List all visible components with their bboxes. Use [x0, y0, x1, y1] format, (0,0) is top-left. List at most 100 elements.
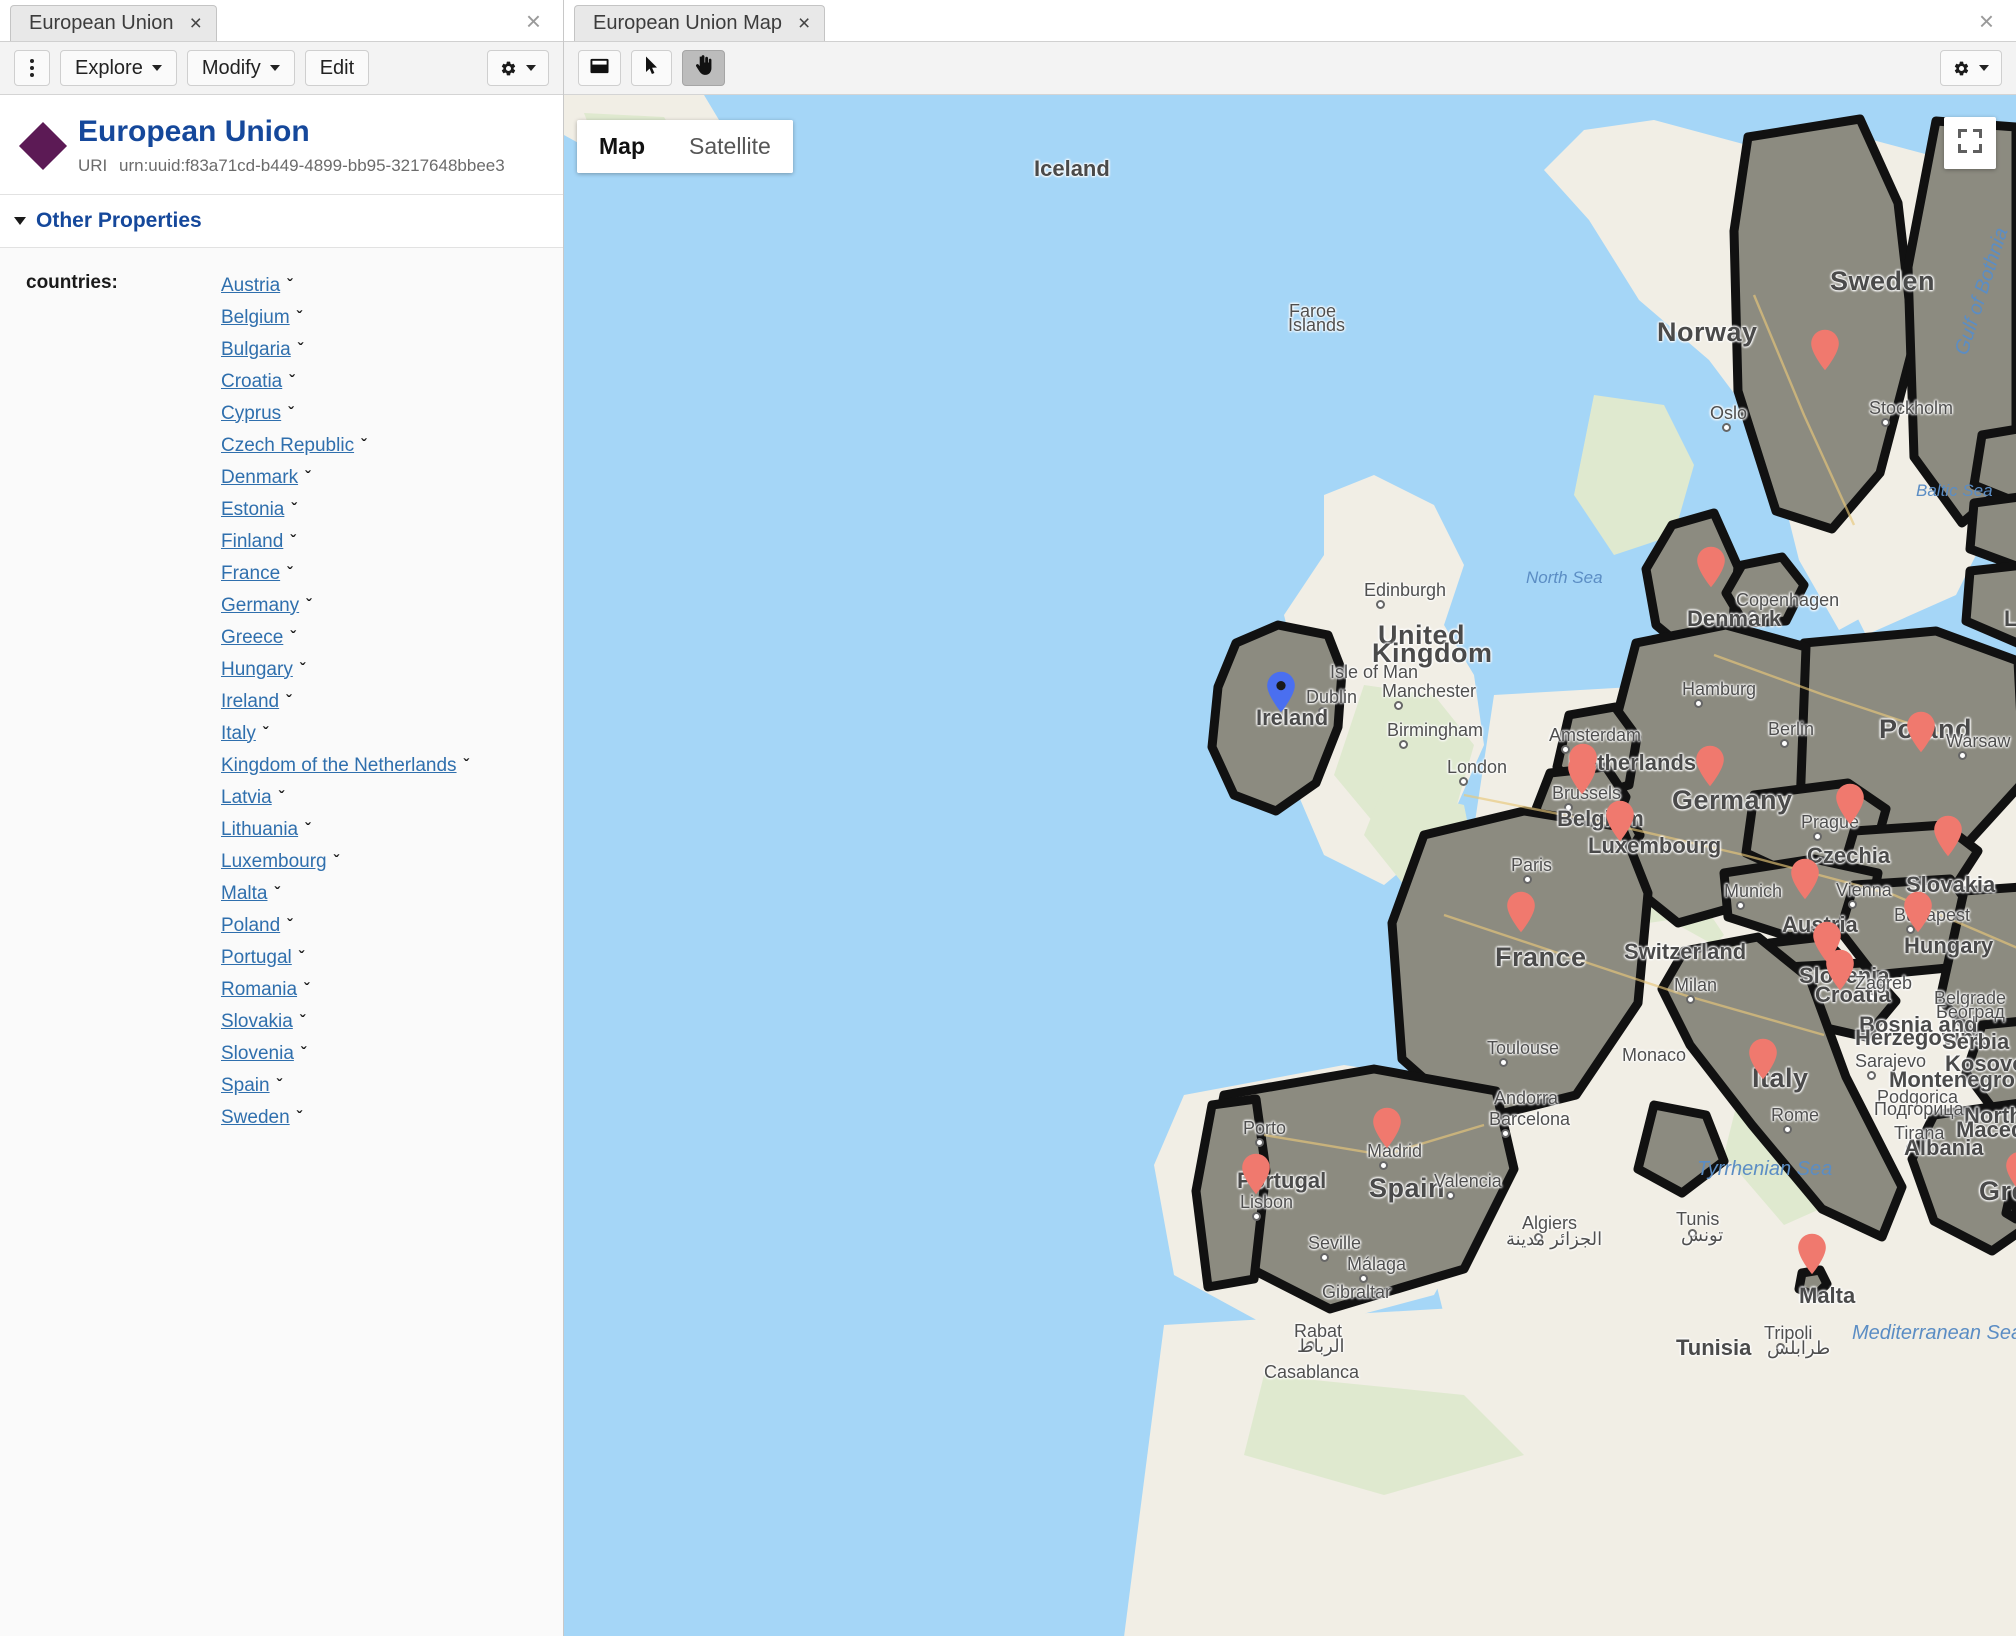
country-link[interactable]: Belgium	[221, 307, 290, 328]
map-pin-slovakia[interactable]	[1933, 815, 1963, 857]
chevron-down-icon[interactable]: ˇ	[291, 494, 296, 525]
chevron-down-icon[interactable]: ˇ	[263, 718, 268, 749]
chevron-down-icon[interactable]: ˇ	[334, 846, 339, 877]
settings-button[interactable]	[487, 50, 549, 86]
map-canvas[interactable]: .land { fill:#f1eee5; } .green { fill:#d…	[564, 95, 2016, 1636]
close-icon[interactable]: ×	[798, 13, 810, 34]
country-link[interactable]: Hungary	[221, 659, 293, 680]
country-link[interactable]: Denmark	[221, 467, 298, 488]
map-city-dot-icon	[1252, 1212, 1261, 1221]
chevron-down-icon[interactable]: ˇ	[464, 750, 469, 781]
map-pin-greece[interactable]	[2005, 1151, 2016, 1193]
chevron-down-icon[interactable]: ˇ	[297, 1102, 302, 1133]
chevron-down-icon[interactable]: ˇ	[279, 782, 284, 813]
map-pin-luxembourg[interactable]	[1605, 800, 1635, 842]
country-link[interactable]: Croatia	[221, 371, 282, 392]
map-pin-belgium[interactable]	[1568, 743, 1598, 785]
country-link[interactable]: Lithuania	[221, 819, 298, 840]
map-settings-button[interactable]	[1940, 50, 2002, 86]
close-icon[interactable]: ×	[190, 13, 202, 34]
map-city-dot-icon	[1694, 699, 1703, 708]
country-link[interactable]: Spain	[221, 1075, 270, 1096]
map-pin-portugal[interactable]	[1241, 1153, 1271, 1195]
country-link[interactable]: Luxembourg	[221, 851, 327, 872]
map-pin-austria[interactable]	[1790, 858, 1820, 900]
country-link[interactable]: Czech Republic	[221, 435, 354, 456]
fullscreen-button[interactable]	[1944, 117, 1996, 169]
chevron-down-icon[interactable]: ˇ	[299, 942, 304, 973]
map-pin-hungary[interactable]	[1903, 891, 1933, 933]
chevron-down-icon[interactable]: ˇ	[305, 462, 310, 493]
chevron-down-icon[interactable]: ˇ	[288, 398, 293, 429]
map-type-map[interactable]: Map	[577, 120, 667, 173]
country-link[interactable]: Cyprus	[221, 403, 281, 424]
country-link[interactable]: Finland	[221, 531, 283, 552]
country-link[interactable]: Malta	[221, 883, 267, 904]
country-link[interactable]: Ireland	[221, 691, 279, 712]
map-pin-ireland[interactable]	[1266, 671, 1296, 713]
country-link[interactable]: Slovakia	[221, 1011, 293, 1032]
map-type-control[interactable]: Map Satellite	[577, 120, 793, 173]
chevron-down-icon[interactable]: ˇ	[287, 270, 292, 301]
country-link[interactable]: Portugal	[221, 947, 292, 968]
chevron-down-icon[interactable]: ˇ	[305, 814, 310, 845]
map-type-satellite[interactable]: Satellite	[667, 120, 793, 173]
chevron-down-icon[interactable]: ˇ	[300, 1006, 305, 1037]
panel-layout-button[interactable]	[578, 50, 621, 86]
country-link[interactable]: Kingdom of the Netherlands	[221, 755, 457, 776]
other-properties-section-header[interactable]: Other Properties	[0, 195, 563, 248]
country-link[interactable]: Germany	[221, 595, 299, 616]
country-link[interactable]: Latvia	[221, 787, 272, 808]
map-pin-germany[interactable]	[1695, 745, 1725, 787]
map-pin-malta[interactable]	[1797, 1233, 1827, 1275]
edit-button[interactable]: Edit	[305, 50, 369, 86]
country-link[interactable]: Romania	[221, 979, 297, 1000]
chevron-down-icon[interactable]: ˇ	[300, 654, 305, 685]
chevron-down-icon[interactable]: ˇ	[286, 686, 291, 717]
chevron-down-icon[interactable]: ˇ	[297, 302, 302, 333]
country-link[interactable]: Sweden	[221, 1107, 290, 1128]
chevron-down-icon[interactable]: ˇ	[290, 622, 295, 653]
tab-european-union-map[interactable]: European Union Map ×	[574, 5, 825, 41]
pointer-tool-button[interactable]	[631, 50, 672, 86]
country-link[interactable]: Slovenia	[221, 1043, 294, 1064]
map-pin-italy[interactable]	[1748, 1038, 1778, 1080]
chevron-down-icon[interactable]: ˇ	[287, 558, 292, 589]
chevron-down-icon[interactable]: ˇ	[298, 334, 303, 365]
country-link[interactable]: Estonia	[221, 499, 284, 520]
map-pin-croatia[interactable]	[1825, 949, 1855, 991]
map-label-city: Andorra	[1494, 1088, 1558, 1109]
explore-button[interactable]: Explore	[60, 50, 177, 86]
country-link[interactable]: Bulgaria	[221, 339, 291, 360]
chevron-down-icon[interactable]: ˇ	[301, 1038, 306, 1069]
chevron-down-icon[interactable]: ˇ	[287, 910, 292, 941]
property-key: countries:	[26, 270, 221, 294]
chevron-down-icon[interactable]: ˇ	[277, 1070, 282, 1101]
panel-close-icon[interactable]: ×	[1979, 8, 1994, 34]
country-link[interactable]: France	[221, 563, 280, 584]
map-city-dot-icon	[1499, 1058, 1508, 1067]
map-pin-czechia[interactable]	[1835, 783, 1865, 825]
map-pin-sweden[interactable]	[1810, 329, 1840, 371]
country-link[interactable]: Greece	[221, 627, 283, 648]
panel-close-icon[interactable]: ×	[526, 8, 541, 34]
chevron-down-icon[interactable]: ˇ	[289, 366, 294, 397]
kebab-menu-button[interactable]	[14, 50, 50, 86]
map-pin-france[interactable]	[1506, 891, 1536, 933]
map-pin-poland[interactable]	[1906, 711, 1936, 753]
map-label-city: Seville	[1308, 1233, 1361, 1254]
country-link[interactable]: Austria	[221, 275, 280, 296]
map-pin-spain[interactable]	[1372, 1107, 1402, 1149]
modify-button[interactable]: Modify	[187, 50, 295, 86]
pan-hand-tool-button[interactable]	[682, 50, 725, 86]
chevron-down-icon[interactable]: ˇ	[304, 974, 309, 1005]
chevron-down-icon[interactable]: ˇ	[306, 590, 311, 621]
tab-european-union[interactable]: European Union ×	[10, 5, 217, 41]
country-link[interactable]: Italy	[221, 723, 256, 744]
chevron-down-icon[interactable]: ˇ	[361, 430, 366, 461]
country-link[interactable]: Poland	[221, 915, 280, 936]
map-pin-denmark[interactable]	[1696, 546, 1726, 588]
chevron-down-icon[interactable]: ˇ	[290, 526, 295, 557]
map-label-city: Tunis	[1676, 1209, 1719, 1230]
chevron-down-icon[interactable]: ˇ	[274, 878, 279, 909]
